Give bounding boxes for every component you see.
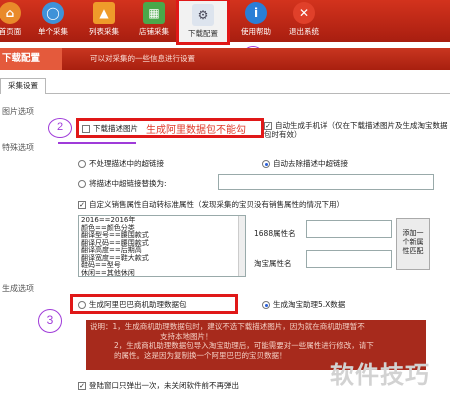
toolbar-download-config[interactable]: ⚙ 下载配置: [176, 0, 230, 45]
toolbar-exit[interactable]: ✕ 退出系统: [282, 2, 326, 40]
tab-collect-settings[interactable]: 采集设置: [0, 78, 46, 94]
exit-icon: ✕: [293, 2, 315, 24]
attr-mapping-list[interactable]: 2016==2016年 颜色==颜色分类 翻译型号==腰围款式 翻译尺码==腰围…: [78, 215, 246, 277]
toolbar-home[interactable]: ⌂ 首页面: [0, 2, 24, 40]
attr-1688-label: 1688属性名: [254, 229, 296, 238]
radio-replace-links[interactable]: 将描述中超链接替换为:: [78, 178, 167, 189]
replace-links-input[interactable]: [218, 174, 434, 190]
attr-conversion-checkbox[interactable]: ✓ 自定义销售属性自动转标准属性（发现采集的宝贝没有销售属性的情况下用）: [78, 199, 344, 210]
section-generate-options: 生成选项: [2, 284, 34, 293]
triangle-list-icon: ▲: [93, 2, 115, 24]
checkbox-box-checked: ✓: [264, 122, 272, 130]
radio-taobao-package[interactable]: 生成淘宝助理5.X数据: [262, 299, 345, 310]
listbox-scrollbar[interactable]: [238, 216, 245, 276]
list-item: 休闲==其他休闲: [81, 268, 135, 277]
page-subtitle: 可以对采集的一些信息进行设置: [90, 54, 195, 63]
attr-taobao-input[interactable]: [306, 250, 392, 268]
info-icon: i: [245, 2, 267, 24]
tab-bar: 采集设置: [0, 78, 450, 94]
annotation-2: 2: [48, 118, 72, 138]
page-banner: 下载配置 可以对采集的一些信息进行设置: [0, 48, 450, 70]
checkbox-box-checked: ✓: [78, 382, 86, 390]
page-title: 下载配置: [0, 48, 62, 70]
toolbar-list-collect[interactable]: ▲ 列表采集: [84, 2, 124, 40]
radio-keep-links[interactable]: 不处理描述中的超链接: [78, 158, 164, 169]
auto-phone-detail-checkbox[interactable]: ✓ 自动生成手机详（仅在下载描述图片及生成淘宝数据包时有效）: [264, 121, 450, 139]
radio-alibaba-package[interactable]: 生成阿里巴巴商机助理数据包: [78, 299, 187, 310]
watermark-text: 软件技巧: [330, 361, 430, 389]
popup-once-checkbox[interactable]: ✓ 登陆窗口只弹出一次，未关闭软件前不再弹出: [78, 380, 239, 391]
toolbar-shop-collect[interactable]: ▦ 店铺采集: [134, 2, 174, 40]
home-icon: ⌂: [0, 2, 21, 24]
main-toolbar: ⌂ 首页面 ◯ 单个采集 ▲ 列表采集 ▦ 店铺采集 ⚙ 下载配置 i 使用帮助…: [0, 0, 450, 45]
radio-circle: [78, 180, 86, 188]
warning-underline: [58, 142, 136, 144]
download-desc-images-checkbox[interactable]: 下载描述图片: [82, 123, 138, 134]
download-config-icon: ⚙: [192, 4, 214, 26]
radio-auto-remove-links[interactable]: 自动去除描述中超链接: [262, 158, 348, 169]
shop-icon: ▦: [143, 2, 165, 24]
section-image-options: 图片选项: [2, 107, 34, 116]
section-special-options: 特殊选项: [2, 143, 34, 152]
radio-circle: [78, 301, 86, 309]
checkbox-box: [82, 125, 90, 133]
radio-circle-selected: [262, 160, 270, 168]
radio-circle-selected: [262, 301, 270, 309]
toolbar-help[interactable]: i 使用帮助: [236, 2, 276, 40]
radio-circle: [78, 160, 86, 168]
add-attr-mapping-button[interactable]: 添加一个新属性匹配: [396, 218, 430, 270]
checkbox-box-checked: ✓: [78, 201, 86, 209]
annotation-3: 3: [38, 309, 62, 333]
attr-1688-input[interactable]: [306, 220, 392, 238]
search-icon: ◯: [42, 2, 64, 24]
attr-taobao-label: 淘宝属性名: [254, 259, 292, 268]
toolbar-single-collect[interactable]: ◯ 单个采集: [33, 2, 73, 40]
alibaba-warning: 生成阿里数据包不能勾: [146, 125, 246, 136]
